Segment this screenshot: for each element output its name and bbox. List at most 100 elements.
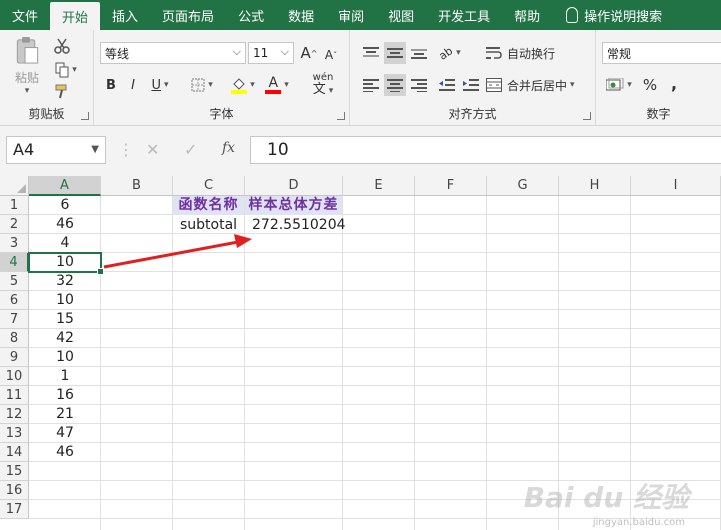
tab-review[interactable]: 审阅	[326, 0, 376, 30]
number-format-value: 常规	[607, 46, 632, 61]
tab-page-layout[interactable]: 页面布局	[150, 0, 226, 30]
italic-button[interactable]: I	[124, 74, 142, 96]
worksheet-grid[interactable]: ABCDEFGHI 1 2 3 4 5 6 7 8 9 10 11 12 13 14 15 16 17 6 46 4…	[0, 176, 721, 530]
align-center-icon	[387, 79, 403, 92]
fill-color-button[interactable]: ▾	[228, 74, 258, 96]
borders-icon	[191, 78, 205, 92]
format-painter-button[interactable]	[52, 82, 72, 102]
currency-icon	[606, 78, 624, 91]
wrap-text-button[interactable]: 自动换行	[486, 42, 566, 64]
tab-data[interactable]: 数据	[276, 0, 326, 30]
alignment-group: ab ▾ 自动换行 合并后居中 ▾ 对齐方式	[350, 30, 596, 126]
tab-file[interactable]: 文件	[0, 0, 50, 30]
tell-me-search[interactable]: 操作说明搜索	[552, 0, 674, 30]
wrap-text-label: 自动换行	[507, 46, 556, 61]
merge-center-label: 合并后居中	[507, 78, 568, 93]
clipboard-group-label: 剪贴板	[28, 107, 65, 121]
copy-icon	[55, 62, 69, 78]
grow-font-button[interactable]: A ^	[300, 42, 318, 64]
borders-button[interactable]: ▾	[188, 74, 216, 96]
merge-cells-icon	[486, 78, 502, 92]
font-size-select[interactable]: 11 ⌵	[248, 42, 294, 64]
font-size-value: 11	[253, 46, 269, 60]
paste-label: 粘贴	[14, 71, 39, 85]
enter-icon[interactable]: ✓	[184, 140, 197, 159]
insert-function-button[interactable]: fx	[222, 140, 235, 156]
formula-bar: A4 ▼ ⋮ ✕ ✓ fx 10	[0, 126, 721, 176]
decrease-indent-button[interactable]	[436, 74, 458, 96]
increase-indent-icon	[463, 79, 479, 91]
number-group: 常规 ▾ % , 数字	[596, 30, 721, 126]
merge-center-button[interactable]: 合并后居中 ▾	[486, 74, 588, 96]
font-color-button[interactable]: A ▾	[262, 74, 292, 96]
comma-button[interactable]: ,	[664, 72, 684, 94]
align-left-button[interactable]	[360, 74, 382, 96]
tab-home[interactable]: 开始	[50, 2, 101, 30]
formula-input[interactable]: 10	[250, 136, 721, 164]
align-bottom-icon	[411, 49, 427, 59]
font-color-swatch	[265, 90, 282, 94]
number-group-label: 数字	[646, 107, 671, 121]
cut-button[interactable]	[52, 36, 72, 56]
tab-developer[interactable]: 开发工具	[426, 0, 502, 30]
increase-indent-button[interactable]	[460, 74, 482, 96]
chevron-down-icon: ▼	[91, 144, 99, 155]
align-right-button[interactable]	[408, 74, 430, 96]
tell-me-label: 操作说明搜索	[584, 9, 663, 25]
font-group-label: 字体	[209, 107, 234, 121]
chevron-down-icon: ⌵	[280, 45, 289, 58]
align-center-button[interactable]	[384, 74, 406, 96]
alignment-group-label: 对齐方式	[448, 107, 497, 121]
align-right-icon	[411, 79, 427, 92]
grow-font-glyph: A	[300, 44, 311, 62]
copy-button[interactable]: ▾	[52, 60, 80, 80]
font-name-value: 等线	[105, 46, 130, 61]
cancel-icon[interactable]: ✕	[146, 140, 159, 159]
align-middle-button[interactable]	[384, 42, 406, 64]
more-options-icon: ⋮	[118, 140, 134, 159]
orientation-button[interactable]: ab ▾	[436, 42, 464, 64]
name-box[interactable]: A4 ▼	[6, 136, 106, 164]
chevron-down-icon: ⌵	[232, 45, 241, 58]
watermark-url: jingyan.baidu.com	[592, 517, 685, 528]
shrink-font-glyph: A	[324, 48, 334, 62]
wrap-text-icon	[486, 47, 502, 59]
align-top-button[interactable]	[360, 42, 382, 64]
name-box-value: A4	[13, 140, 35, 159]
phonetic-button[interactable]: wén 文 ▾	[306, 72, 340, 98]
ribbon-tab-bar: 文件 开始 插入 页面布局 公式 数据 审阅 视图 开发工具 帮助 操作说明搜索	[0, 0, 721, 30]
shrink-font-button[interactable]: Aˇ	[322, 44, 340, 66]
paste-icon	[16, 36, 39, 64]
align-top-icon	[363, 47, 379, 57]
tab-insert[interactable]: 插入	[100, 0, 150, 30]
ribbon-home: 粘贴 ▾ ▾ 剪贴板 等线 ⌵ 11 ⌵ A ^ Aˇ B I U ▾ ▾ ▾ …	[0, 30, 721, 126]
clipboard-group: 粘贴 ▾ ▾ 剪贴板	[0, 30, 94, 126]
underline-glyph: U	[151, 77, 161, 93]
tab-formulas[interactable]: 公式	[226, 0, 276, 30]
align-bottom-button[interactable]	[408, 42, 430, 64]
font-group: 等线 ⌵ 11 ⌵ A ^ Aˇ B I U ▾ ▾ ▾ A ▾ wén 文 ▾…	[94, 30, 350, 126]
tab-view[interactable]: 视图	[376, 0, 426, 30]
watermark-logo: Bai du 经验	[523, 481, 689, 514]
font-color-glyph: A	[268, 75, 279, 91]
underline-button[interactable]: U ▾	[146, 74, 174, 96]
fill-bucket-icon	[231, 78, 248, 94]
decrease-indent-icon	[439, 79, 455, 91]
brush-icon	[55, 84, 67, 99]
accounting-format-button[interactable]: ▾	[602, 74, 636, 96]
align-middle-icon	[387, 48, 403, 58]
font-launcher-icon[interactable]	[337, 112, 345, 120]
tab-help[interactable]: 帮助	[502, 0, 552, 30]
clipboard-launcher-icon[interactable]	[81, 112, 89, 120]
phonetic-label: wén	[312, 71, 334, 83]
orientation-glyph: ab	[436, 43, 456, 63]
scissors-icon	[54, 38, 70, 54]
align-left-icon	[363, 79, 379, 92]
percent-button[interactable]: %	[640, 74, 660, 96]
bold-button[interactable]: B	[102, 74, 120, 96]
number-format-select[interactable]: 常规	[602, 42, 721, 64]
paste-button[interactable]: 粘贴 ▾	[10, 36, 44, 96]
lightbulb-icon	[566, 7, 579, 23]
font-name-select[interactable]: 等线 ⌵	[100, 42, 246, 64]
alignment-launcher-icon[interactable]	[583, 112, 591, 120]
